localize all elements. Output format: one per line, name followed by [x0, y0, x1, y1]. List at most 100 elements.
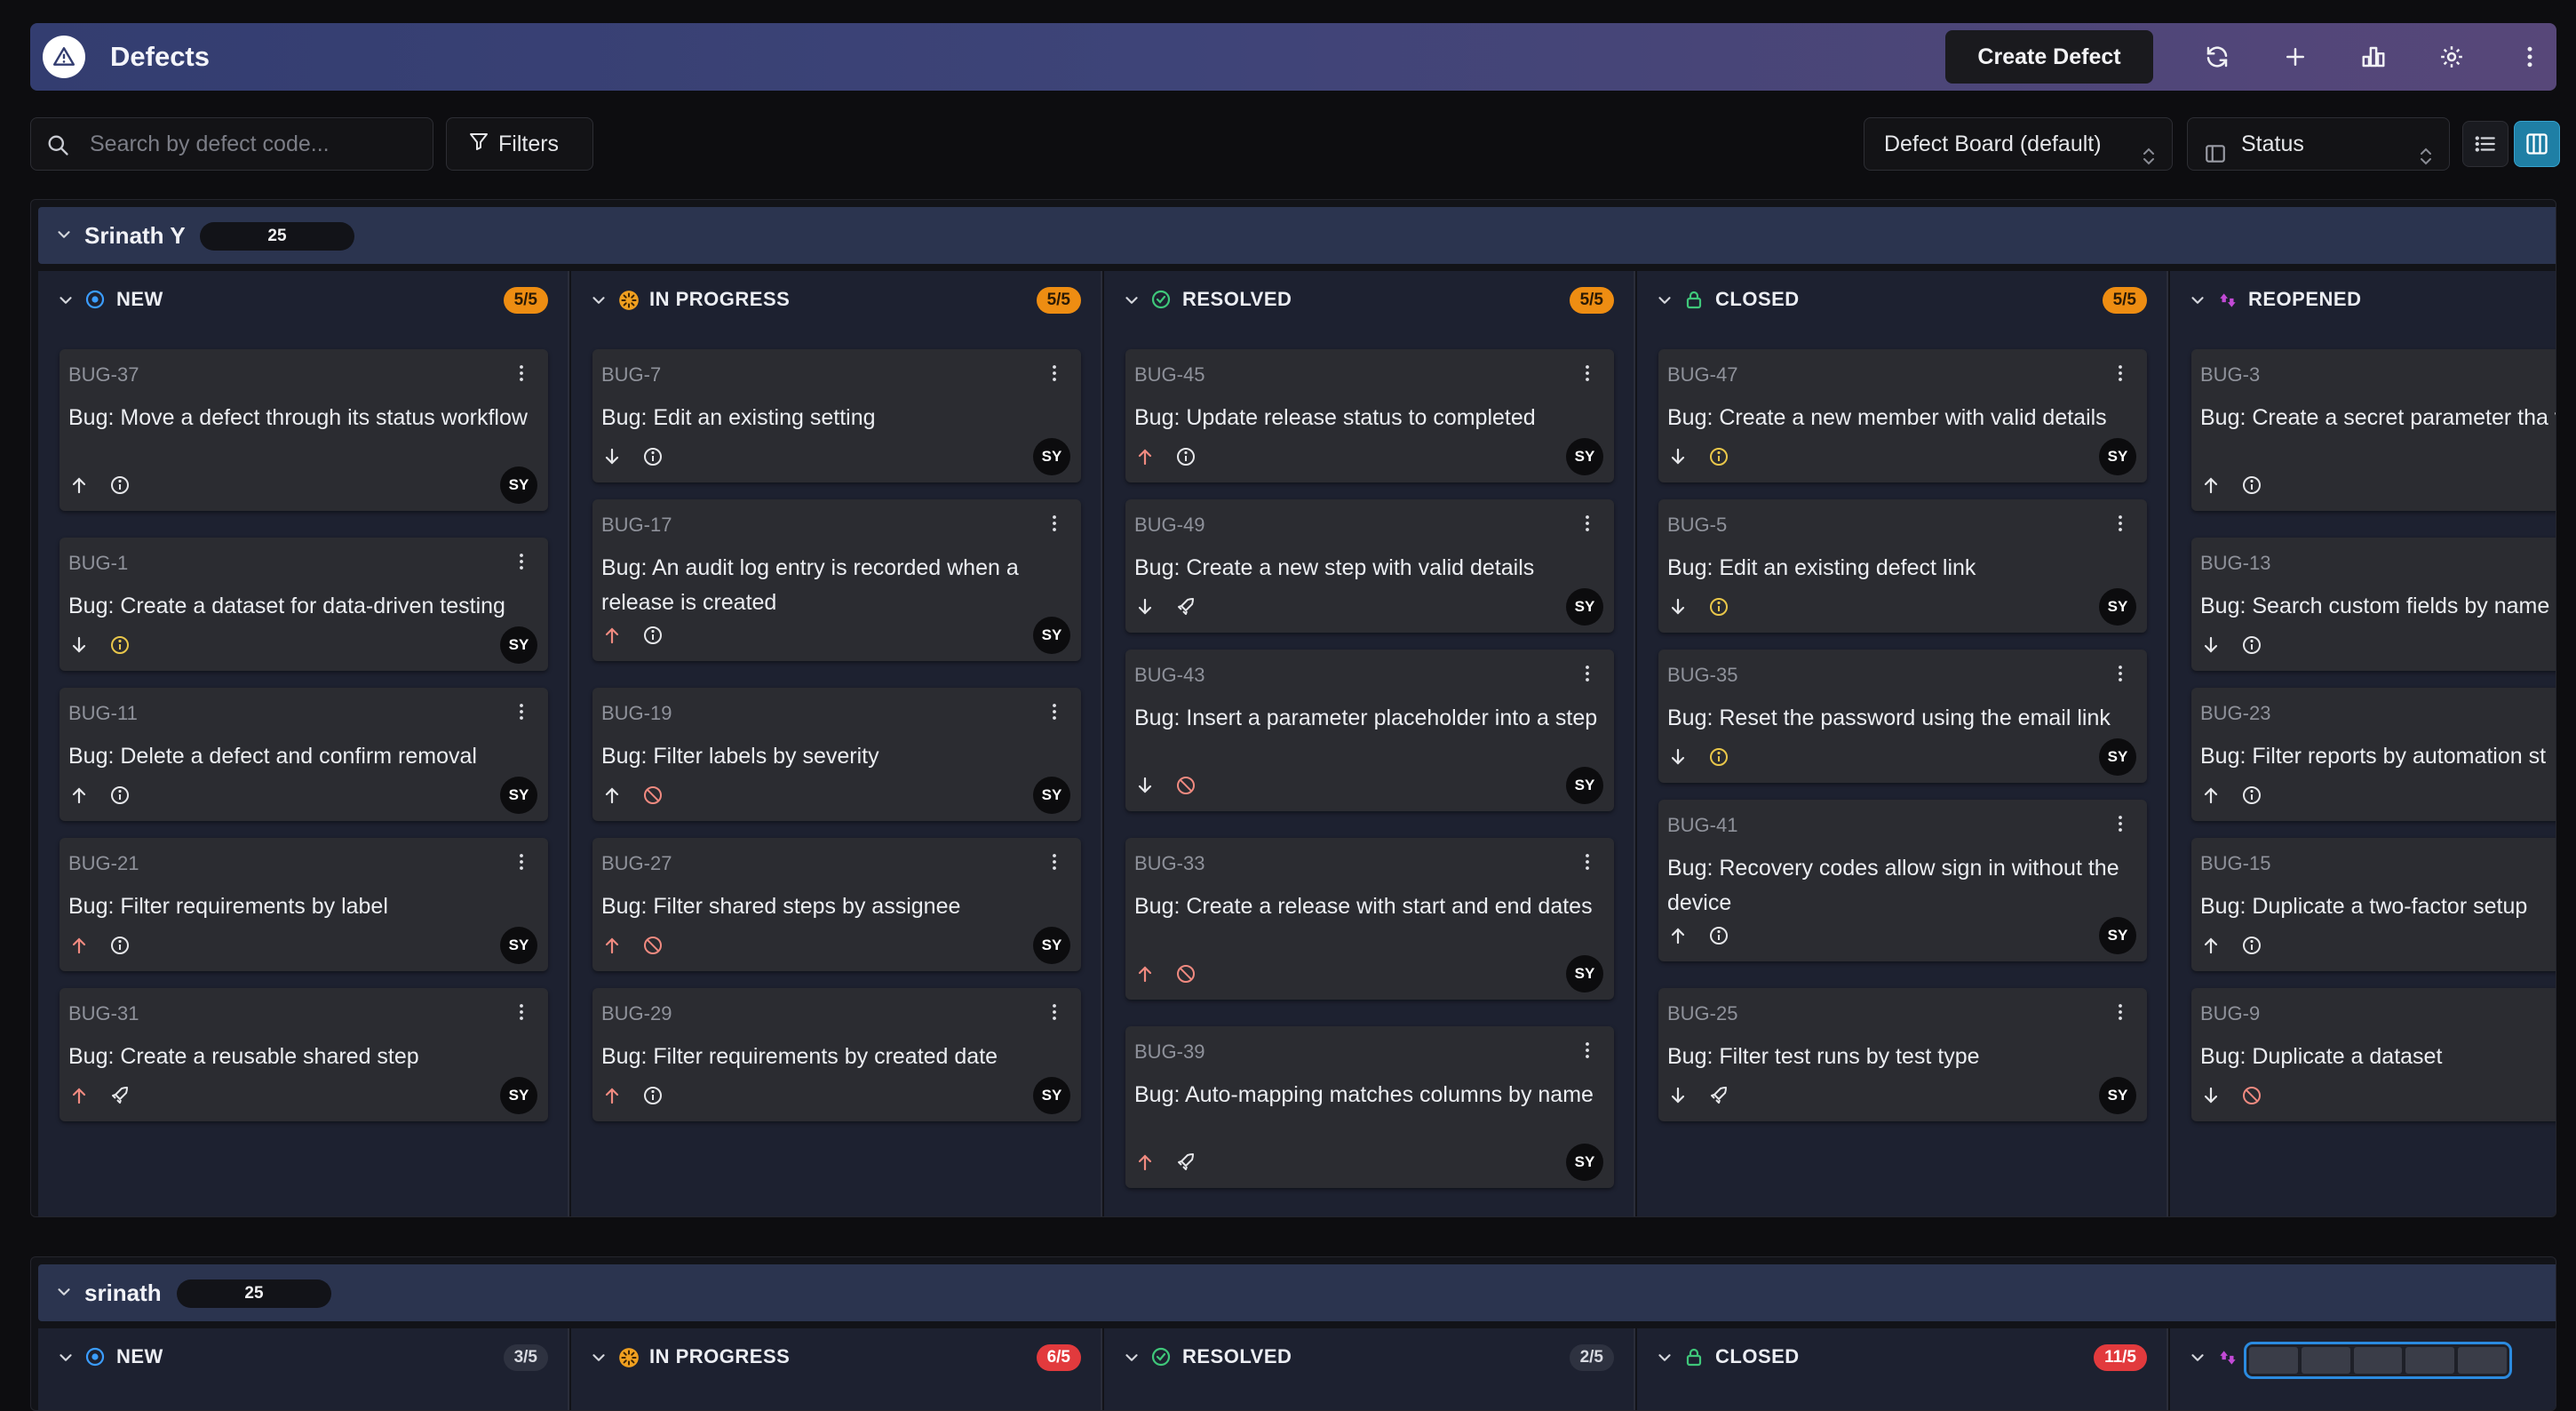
avatar[interactable]: SY	[1033, 777, 1070, 814]
defect-card[interactable]: BUG-23 Bug: Filter reports by automation…	[2191, 688, 2556, 821]
avatar[interactable]: SY	[1566, 438, 1603, 475]
defect-card[interactable]: BUG-21 Bug: Filter requirements by label…	[60, 838, 548, 971]
defect-card[interactable]: BUG-9 Bug: Duplicate a dataset	[2191, 988, 2556, 1121]
chevron-down-icon[interactable]	[1655, 1348, 1674, 1372]
board-select[interactable]: Defect Board (default)	[1864, 117, 2173, 171]
chevron-down-icon[interactable]	[1122, 1348, 1141, 1372]
defect-card[interactable]: BUG-7 Bug: Edit an existing setting SY	[592, 349, 1081, 482]
chevron-down-icon[interactable]	[2188, 1348, 2207, 1372]
horizontal-scrollbar[interactable]	[2244, 1342, 2512, 1379]
defect-card[interactable]: BUG-49 Bug: Create a new step with valid…	[1125, 499, 1614, 633]
defect-card[interactable]: BUG-13 Bug: Search custom fields by name	[2191, 538, 2556, 671]
defect-card[interactable]: BUG-47 Bug: Create a new member with val…	[1658, 349, 2147, 482]
card-indicators	[1134, 1152, 1197, 1177]
group-by-select[interactable]: Status	[2187, 117, 2450, 171]
defect-card[interactable]: BUG-39 Bug: Auto-mapping matches columns…	[1125, 1026, 1614, 1188]
column-header: CLOSED 11/5	[1637, 1328, 2167, 1385]
search-input[interactable]	[90, 118, 418, 170]
chart-icon[interactable]	[2352, 36, 2395, 78]
chevron-down-icon[interactable]	[54, 1282, 74, 1306]
chevron-down-icon[interactable]	[589, 1348, 608, 1372]
more-vertical-icon[interactable]	[2110, 662, 2131, 690]
more-vertical-icon[interactable]	[511, 1000, 532, 1028]
defect-card[interactable]: BUG-27 Bug: Filter shared steps by assig…	[592, 838, 1081, 971]
defect-card[interactable]: BUG-11 Bug: Delete a defect and confirm …	[60, 688, 548, 821]
avatar[interactable]: SY	[500, 927, 537, 964]
defect-title: Bug: Filter reports by automation st	[2200, 744, 2547, 769]
swimlane-header[interactable]: Srinath Y 25	[38, 207, 2556, 264]
more-vertical-icon[interactable]	[1577, 662, 1598, 690]
defect-card[interactable]: BUG-15 Bug: Duplicate a two-factor setup	[2191, 838, 2556, 971]
board-view-button[interactable]	[2514, 121, 2560, 167]
avatar[interactable]: SY	[2099, 917, 2136, 954]
more-vertical-icon[interactable]	[1044, 850, 1065, 878]
chevron-down-icon[interactable]	[1655, 291, 1674, 315]
chevron-down-icon[interactable]	[54, 225, 74, 249]
defect-card[interactable]: BUG-19 Bug: Filter labels by severity SY	[592, 688, 1081, 821]
more-vertical-icon[interactable]	[511, 362, 532, 389]
avatar[interactable]: SY	[500, 1077, 537, 1114]
more-vertical-icon[interactable]	[1577, 850, 1598, 878]
avatar[interactable]: SY	[500, 777, 537, 814]
more-vertical-icon[interactable]	[1044, 700, 1065, 728]
avatar[interactable]: SY	[2099, 738, 2136, 776]
defect-card[interactable]: BUG-37 Bug: Move a defect through its st…	[60, 349, 548, 511]
defect-card[interactable]: BUG-17 Bug: An audit log entry is record…	[592, 499, 1081, 661]
defect-card[interactable]: BUG-1 Bug: Create a dataset for data-dri…	[60, 538, 548, 671]
avatar[interactable]: SY	[1033, 1077, 1070, 1114]
avatar[interactable]: SY	[500, 626, 537, 664]
defect-card[interactable]: BUG-43 Bug: Insert a parameter placehold…	[1125, 650, 1614, 811]
more-vertical-icon[interactable]	[511, 550, 532, 578]
more-vertical-icon[interactable]	[2110, 512, 2131, 539]
filters-button[interactable]: Filters	[446, 117, 593, 171]
defect-card[interactable]: BUG-31 Bug: Create a reusable shared ste…	[60, 988, 548, 1121]
defect-card[interactable]: BUG-5 Bug: Edit an existing defect link …	[1658, 499, 2147, 633]
defect-card[interactable]: BUG-35 Bug: Reset the password using the…	[1658, 650, 2147, 783]
gear-icon[interactable]	[2430, 36, 2473, 78]
avatar[interactable]: SY	[2099, 438, 2136, 475]
plus-icon[interactable]	[2274, 36, 2317, 78]
more-vertical-icon[interactable]	[2110, 362, 2131, 389]
more-vertical-icon[interactable]	[1577, 1039, 1598, 1066]
more-vertical-icon[interactable]	[511, 850, 532, 878]
more-vertical-icon[interactable]	[2508, 36, 2551, 78]
chevron-down-icon[interactable]	[2188, 291, 2207, 315]
avatar[interactable]: SY	[1033, 617, 1070, 654]
defect-card[interactable]: BUG-45 Bug: Update release status to com…	[1125, 349, 1614, 482]
avatar[interactable]: SY	[1566, 588, 1603, 626]
avatar[interactable]: SY	[1566, 1144, 1603, 1181]
more-vertical-icon[interactable]	[2110, 1000, 2131, 1028]
more-vertical-icon[interactable]	[2110, 812, 2131, 840]
chevron-down-icon[interactable]	[56, 1348, 76, 1372]
more-vertical-icon[interactable]	[1044, 362, 1065, 389]
defect-card[interactable]: BUG-29 Bug: Filter requirements by creat…	[592, 988, 1081, 1121]
avatar[interactable]: SY	[1566, 955, 1603, 992]
avatar[interactable]: SY	[1033, 438, 1070, 475]
chevron-down-icon[interactable]	[56, 291, 76, 315]
avatar[interactable]: SY	[500, 466, 537, 504]
defect-card[interactable]: BUG-25 Bug: Filter test runs by test typ…	[1658, 988, 2147, 1121]
more-vertical-icon[interactable]	[1577, 512, 1598, 539]
create-defect-button[interactable]: Create Defect	[1945, 30, 2153, 84]
defect-code: BUG-1	[68, 552, 129, 574]
card-indicators	[1667, 1085, 1729, 1111]
avatar[interactable]: SY	[2099, 1077, 2136, 1114]
avatar[interactable]: SY	[1033, 927, 1070, 964]
more-vertical-icon[interactable]	[1044, 512, 1065, 539]
defect-card[interactable]: BUG-41 Bug: Recovery codes allow sign in…	[1658, 800, 2147, 961]
defect-card[interactable]: BUG-33 Bug: Create a release with start …	[1125, 838, 1614, 1000]
search-box[interactable]	[30, 117, 433, 171]
swimlane-header[interactable]: srinath 25	[38, 1264, 2556, 1321]
more-vertical-icon[interactable]	[511, 700, 532, 728]
defect-title: Bug: Insert a parameter placeholder into…	[1134, 706, 1598, 730]
refresh-icon[interactable]	[2196, 36, 2238, 78]
column-title: IN PROGRESS	[649, 1345, 791, 1367]
more-vertical-icon[interactable]	[1044, 1000, 1065, 1028]
avatar[interactable]: SY	[2099, 588, 2136, 626]
more-vertical-icon[interactable]	[1577, 362, 1598, 389]
chevron-down-icon[interactable]	[589, 291, 608, 315]
defect-card[interactable]: BUG-3 Bug: Create a secret parameter tha…	[2191, 349, 2556, 511]
avatar[interactable]: SY	[1566, 767, 1603, 804]
list-view-button[interactable]	[2462, 121, 2508, 167]
chevron-down-icon[interactable]	[1122, 291, 1141, 315]
